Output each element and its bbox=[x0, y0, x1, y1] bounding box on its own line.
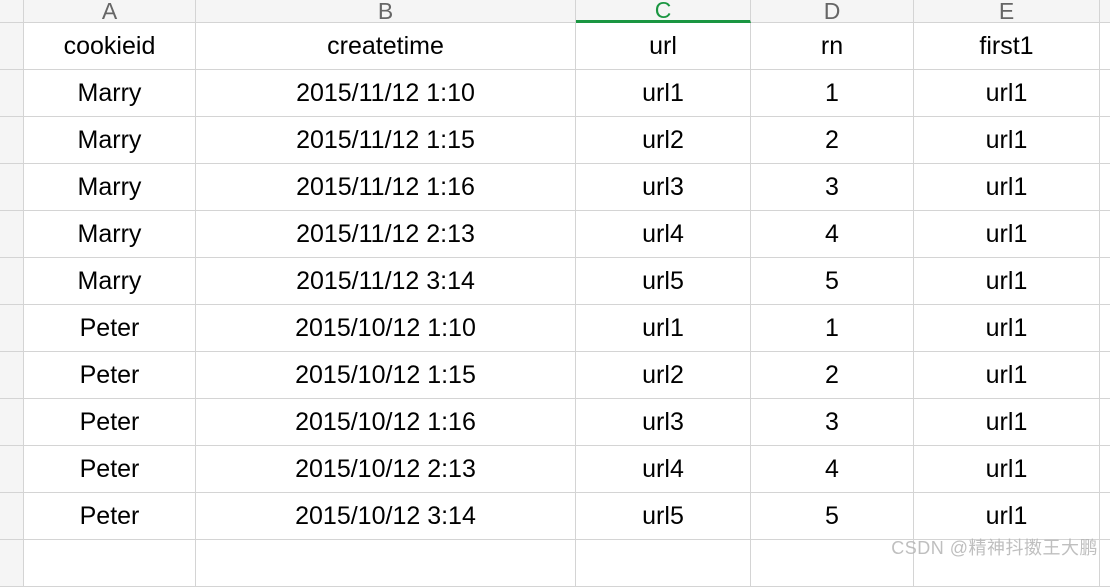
edge-cell bbox=[1100, 399, 1110, 446]
edge-cell bbox=[1100, 540, 1110, 587]
data-cell[interactable]: 4 bbox=[751, 446, 914, 493]
data-cell[interactable]: 4 bbox=[751, 211, 914, 258]
data-cell[interactable]: url1 bbox=[914, 399, 1100, 446]
data-cell[interactable]: Marry bbox=[24, 117, 196, 164]
edge-cell bbox=[1100, 23, 1110, 70]
data-cell[interactable]: 2015/11/12 1:15 bbox=[196, 117, 576, 164]
data-cell[interactable]: 2015/10/12 1:10 bbox=[196, 305, 576, 352]
empty-cell[interactable] bbox=[751, 540, 914, 587]
empty-cell[interactable] bbox=[24, 540, 196, 587]
data-cell[interactable]: url1 bbox=[576, 305, 751, 352]
edge-cell bbox=[1100, 117, 1110, 164]
edge-cell bbox=[1100, 352, 1110, 399]
col-header-edge bbox=[1100, 0, 1110, 23]
data-cell[interactable]: 2015/10/12 3:14 bbox=[196, 493, 576, 540]
data-cell[interactable]: Marry bbox=[24, 164, 196, 211]
data-cell[interactable]: url3 bbox=[576, 399, 751, 446]
data-cell[interactable]: 1 bbox=[751, 305, 914, 352]
data-cell[interactable]: 2 bbox=[751, 117, 914, 164]
edge-cell bbox=[1100, 211, 1110, 258]
data-cell[interactable]: Marry bbox=[24, 258, 196, 305]
col-header-A[interactable]: A bbox=[24, 0, 196, 23]
row-header[interactable] bbox=[0, 352, 24, 399]
header-cell-first1[interactable]: first1 bbox=[914, 23, 1100, 70]
data-cell[interactable]: url1 bbox=[914, 211, 1100, 258]
header-cell-createtime[interactable]: createtime bbox=[196, 23, 576, 70]
data-cell[interactable]: 2015/10/12 2:13 bbox=[196, 446, 576, 493]
row-header[interactable] bbox=[0, 399, 24, 446]
row-header[interactable] bbox=[0, 211, 24, 258]
data-cell[interactable]: Marry bbox=[24, 70, 196, 117]
data-cell[interactable]: 2015/11/12 3:14 bbox=[196, 258, 576, 305]
row-header[interactable] bbox=[0, 305, 24, 352]
col-header-B[interactable]: B bbox=[196, 0, 576, 23]
row-header[interactable] bbox=[0, 164, 24, 211]
row-header[interactable] bbox=[0, 23, 24, 70]
data-cell[interactable]: Peter bbox=[24, 305, 196, 352]
row-header[interactable] bbox=[0, 258, 24, 305]
data-cell[interactable]: url1 bbox=[576, 70, 751, 117]
data-cell[interactable]: url1 bbox=[914, 258, 1100, 305]
data-cell[interactable]: url1 bbox=[914, 493, 1100, 540]
data-cell[interactable]: 2 bbox=[751, 352, 914, 399]
data-cell[interactable]: 2015/10/12 1:15 bbox=[196, 352, 576, 399]
data-cell[interactable]: url1 bbox=[914, 305, 1100, 352]
data-cell[interactable]: url5 bbox=[576, 258, 751, 305]
edge-cell bbox=[1100, 70, 1110, 117]
row-header[interactable] bbox=[0, 446, 24, 493]
col-header-C[interactable]: C bbox=[576, 0, 751, 23]
data-cell[interactable]: url4 bbox=[576, 446, 751, 493]
data-cell[interactable]: url3 bbox=[576, 164, 751, 211]
empty-cell[interactable] bbox=[576, 540, 751, 587]
empty-cell[interactable] bbox=[196, 540, 576, 587]
data-cell[interactable]: 2015/11/12 1:16 bbox=[196, 164, 576, 211]
data-cell[interactable]: Marry bbox=[24, 211, 196, 258]
data-cell[interactable]: Peter bbox=[24, 352, 196, 399]
data-cell[interactable]: 3 bbox=[751, 164, 914, 211]
data-cell[interactable]: Peter bbox=[24, 399, 196, 446]
corner-cell[interactable] bbox=[0, 0, 24, 23]
edge-cell bbox=[1100, 258, 1110, 305]
data-cell[interactable]: url1 bbox=[914, 70, 1100, 117]
data-cell[interactable]: url5 bbox=[576, 493, 751, 540]
data-cell[interactable]: 2015/10/12 1:16 bbox=[196, 399, 576, 446]
header-cell-cookieid[interactable]: cookieid bbox=[24, 23, 196, 70]
data-cell[interactable]: 5 bbox=[751, 493, 914, 540]
data-cell[interactable]: url1 bbox=[914, 164, 1100, 211]
row-header[interactable] bbox=[0, 493, 24, 540]
edge-cell bbox=[1100, 305, 1110, 352]
data-cell[interactable]: url2 bbox=[576, 117, 751, 164]
row-header[interactable] bbox=[0, 540, 24, 587]
data-cell[interactable]: url2 bbox=[576, 352, 751, 399]
data-cell[interactable]: Peter bbox=[24, 493, 196, 540]
data-cell[interactable]: 3 bbox=[751, 399, 914, 446]
edge-cell bbox=[1100, 164, 1110, 211]
data-cell[interactable]: Peter bbox=[24, 446, 196, 493]
data-cell[interactable]: 5 bbox=[751, 258, 914, 305]
col-header-E[interactable]: E bbox=[914, 0, 1100, 23]
spreadsheet-grid: A B C D E cookieid createtime url rn fir… bbox=[0, 0, 1110, 587]
header-cell-rn[interactable]: rn bbox=[751, 23, 914, 70]
data-cell[interactable]: url4 bbox=[576, 211, 751, 258]
watermark-text: CSDN @精神抖擞王大鹏 bbox=[891, 534, 1098, 560]
data-cell[interactable]: 2015/11/12 2:13 bbox=[196, 211, 576, 258]
edge-cell bbox=[1100, 493, 1110, 540]
header-cell-url[interactable]: url bbox=[576, 23, 751, 70]
data-cell[interactable]: 1 bbox=[751, 70, 914, 117]
data-cell[interactable]: url1 bbox=[914, 117, 1100, 164]
edge-cell bbox=[1100, 446, 1110, 493]
row-header[interactable] bbox=[0, 117, 24, 164]
data-cell[interactable]: 2015/11/12 1:10 bbox=[196, 70, 576, 117]
data-cell[interactable]: url1 bbox=[914, 352, 1100, 399]
data-cell[interactable]: url1 bbox=[914, 446, 1100, 493]
row-header[interactable] bbox=[0, 70, 24, 117]
col-header-D[interactable]: D bbox=[751, 0, 914, 23]
